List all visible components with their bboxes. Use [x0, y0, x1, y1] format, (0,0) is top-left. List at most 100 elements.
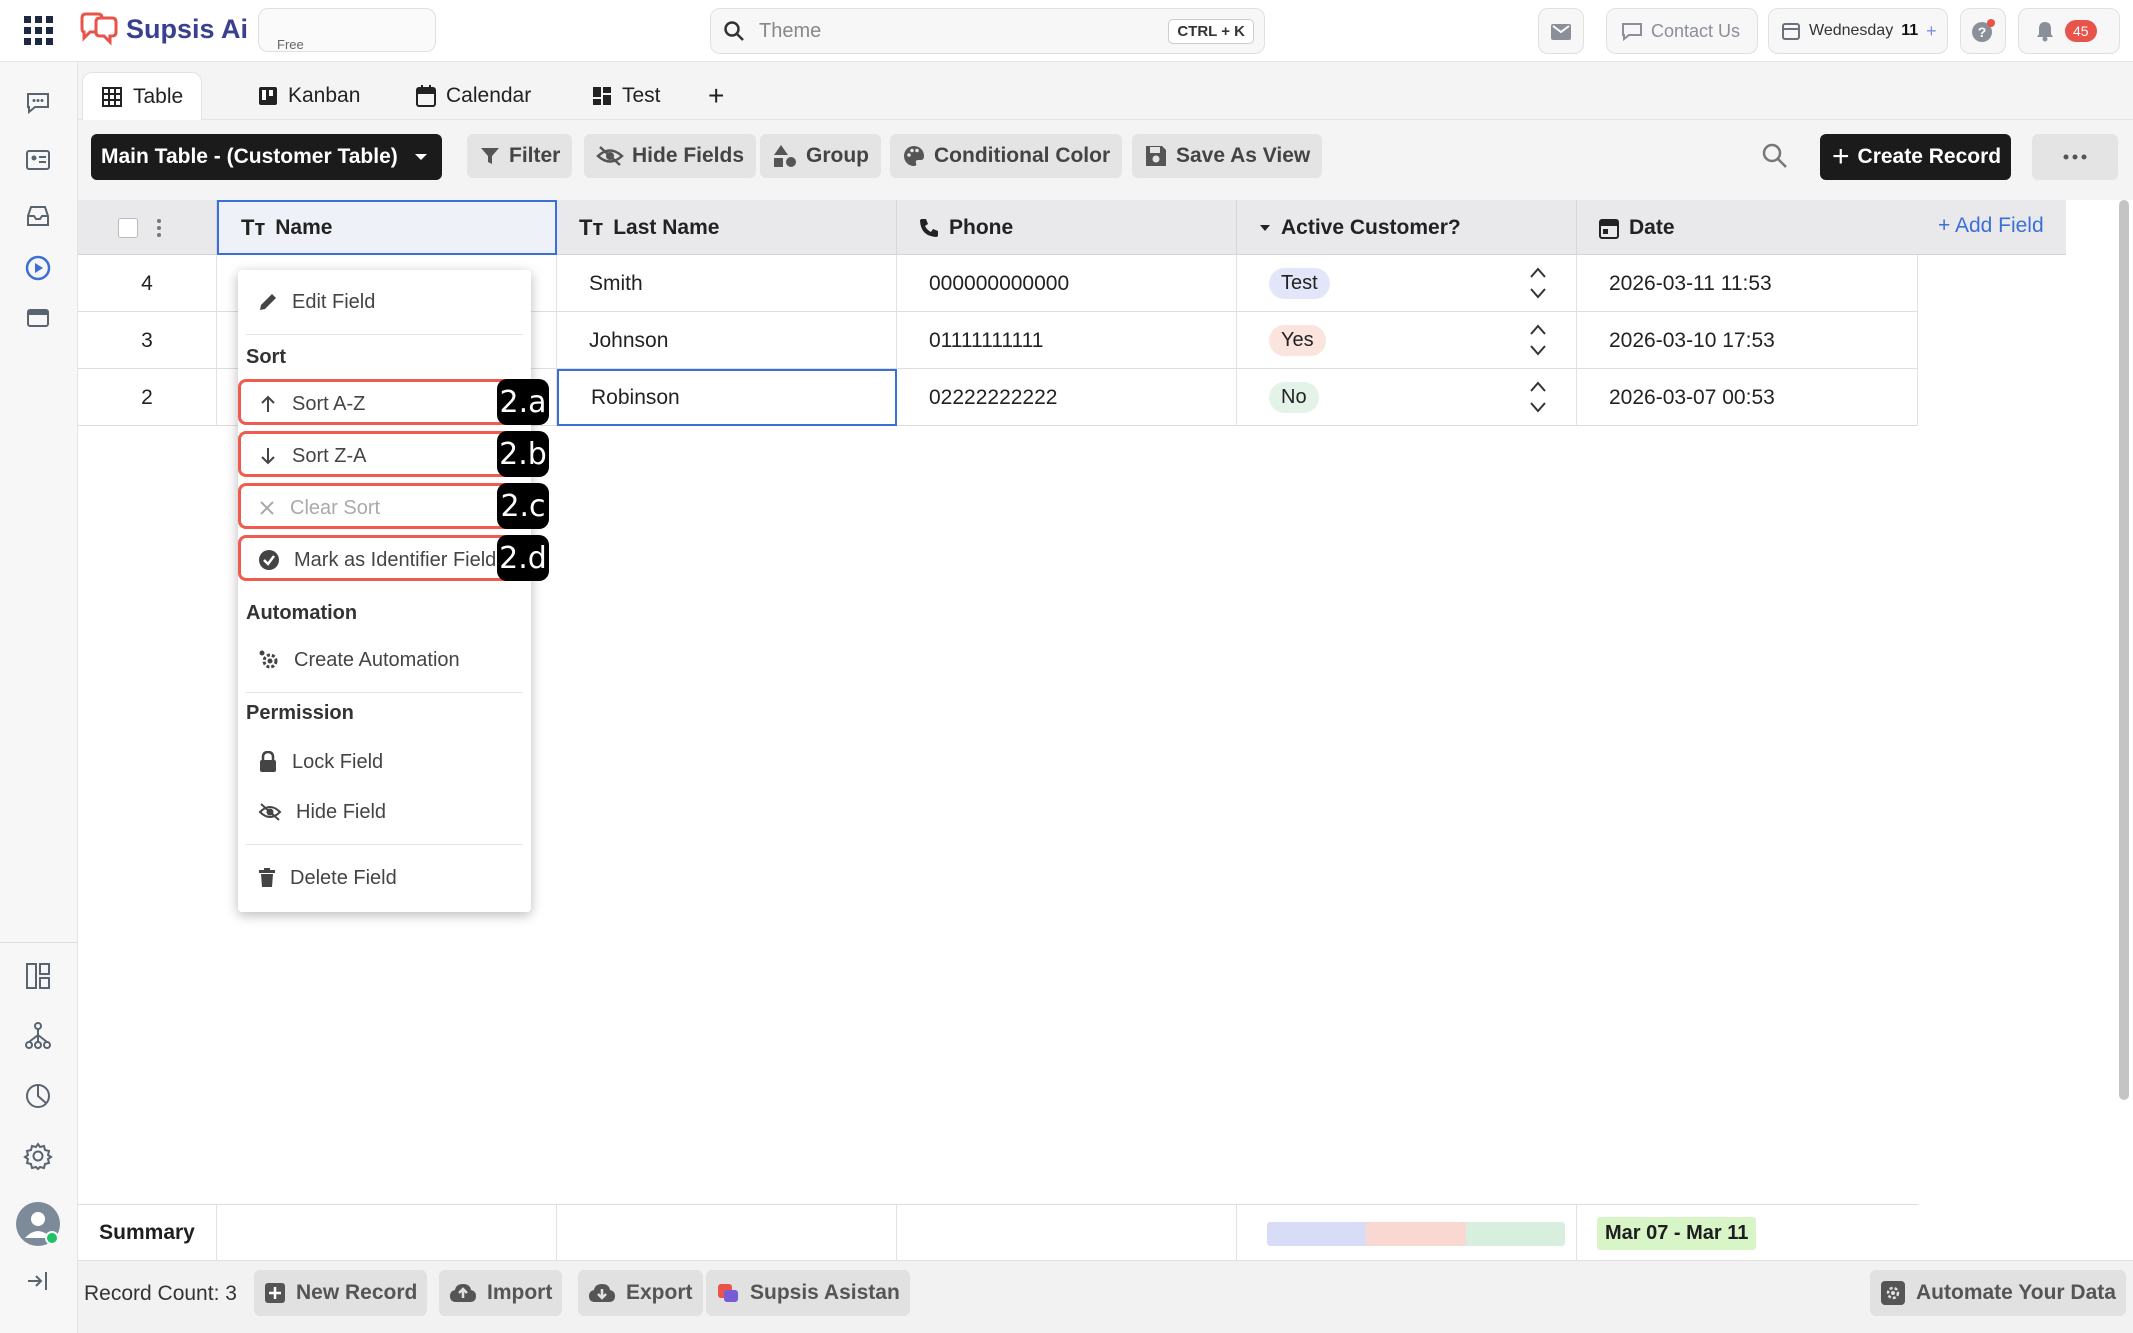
group-button[interactable]: Group — [760, 134, 881, 178]
column-header-phone[interactable]: Phone — [897, 200, 1237, 255]
search-icon — [723, 20, 745, 42]
export-button[interactable]: Export — [578, 1270, 703, 1316]
chat-icon[interactable] — [22, 86, 54, 118]
user-avatar[interactable] — [16, 1202, 60, 1246]
sort-arrows-icon[interactable] — [1528, 265, 1548, 301]
summary-cell[interactable] — [897, 1205, 1237, 1261]
table-selector-dropdown[interactable]: Main Table - (Customer Table) — [91, 134, 442, 180]
menu-divider — [246, 844, 523, 845]
plus-icon[interactable]: + — [1926, 21, 1937, 42]
hide-fields-button[interactable]: Hide Fields — [584, 134, 757, 178]
annotation-tag: 2.b — [497, 431, 549, 477]
assistant-label: Supsis Asistan — [750, 1281, 900, 1304]
notifications-button[interactable]: 45 — [2018, 8, 2120, 54]
save-as-view-button[interactable]: Save As View — [1132, 134, 1323, 178]
cloud-download-icon — [588, 1282, 616, 1304]
date-cell[interactable]: 2026-03-11 11:53 — [1577, 255, 1918, 312]
row-id: 4 — [78, 255, 217, 312]
layout-panels-icon[interactable] — [22, 960, 54, 992]
date-weekday: Wednesday — [1809, 22, 1894, 39]
tab-test[interactable]: Test — [574, 72, 679, 120]
contact-card-icon[interactable] — [22, 144, 54, 176]
column-header-date[interactable]: Date — [1577, 200, 1917, 255]
import-button[interactable]: Import — [439, 1270, 563, 1316]
create-record-button[interactable]: + Create Record — [1820, 134, 2012, 180]
status-segment-no — [1465, 1222, 1565, 1246]
column-header-name[interactable]: Tт Name — [217, 200, 557, 255]
summary-cell[interactable]: Mar 07 - Mar 11 — [1577, 1205, 1918, 1261]
status-badge: Test — [1269, 268, 1330, 299]
collapse-sidebar-icon[interactable] — [22, 1265, 54, 1297]
annotation-tag: 2.c — [497, 483, 549, 529]
contact-us-button[interactable]: Contact Us — [1606, 8, 1758, 54]
summary-cell[interactable] — [1237, 1205, 1577, 1261]
help-button[interactable]: ? — [1960, 8, 2006, 54]
summary-cell[interactable] — [217, 1205, 557, 1261]
tab-table[interactable]: Table — [82, 72, 203, 120]
tab-calendar[interactable]: Calendar — [398, 72, 549, 120]
search-shortcut-badge: CTRL + K — [1168, 18, 1254, 44]
last-name-cell[interactable]: Smith — [557, 255, 897, 312]
last-name-cell[interactable]: Johnson — [557, 312, 897, 369]
phone-icon — [919, 218, 939, 238]
brand-logo[interactable]: Supsis Ai — [78, 12, 248, 46]
export-label: Export — [626, 1281, 693, 1304]
menu-item-hide-field[interactable]: Hide Field — [238, 790, 531, 834]
header-row: Tт Name Tт Last Name Phone Active Custom… — [78, 200, 2066, 255]
sort-arrows-icon[interactable] — [1528, 379, 1548, 415]
menu-item-edit-field[interactable]: Edit Field — [238, 280, 531, 324]
sort-arrows-icon[interactable] — [1528, 322, 1548, 358]
active-customer-cell[interactable]: No — [1237, 369, 1577, 426]
filter-button[interactable]: Filter — [467, 134, 573, 178]
apps-grid-icon[interactable] — [24, 16, 54, 46]
menu-item-lock-field[interactable]: Lock Field — [238, 740, 531, 784]
plus-icon: + — [1832, 140, 1850, 173]
tab-label: Calendar — [446, 84, 532, 107]
inbox-tray-icon[interactable] — [22, 200, 54, 232]
add-field-button[interactable]: + Add Field — [1938, 214, 2044, 238]
trash-icon — [258, 868, 276, 888]
footer-bar: Record Count: 3 New Record Import Export… — [78, 1260, 2133, 1333]
calendar-icon — [416, 85, 436, 107]
date-widget[interactable]: Wednesday 11 + — [1768, 8, 1948, 54]
menu-item-delete-field[interactable]: Delete Field — [238, 856, 531, 900]
search-bar[interactable]: Theme CTRL + K — [710, 8, 1265, 54]
plan-selector[interactable]: Free — [258, 8, 436, 52]
new-record-button[interactable]: New Record — [254, 1270, 428, 1316]
inbox-button[interactable] — [1538, 8, 1584, 54]
column-header-active-customer[interactable]: Active Customer? — [1237, 200, 1577, 255]
logo-icon — [80, 12, 118, 46]
play-circle-icon[interactable] — [22, 252, 54, 284]
add-tab-button[interactable]: + — [690, 72, 742, 120]
table-view-icon[interactable] — [22, 302, 54, 334]
assistant-button[interactable]: Supsis Asistan — [706, 1270, 910, 1316]
active-customer-cell[interactable]: Yes — [1237, 312, 1577, 369]
highlight-sort-az — [238, 379, 532, 425]
last-name-cell-selected[interactable]: Robinson — [557, 369, 897, 426]
active-customer-cell[interactable]: Test — [1237, 255, 1577, 312]
select-all-checkbox[interactable] — [118, 217, 138, 238]
conditional-color-button[interactable]: Conditional Color — [890, 134, 1123, 178]
date-cell[interactable]: 2026-03-10 17:53 — [1577, 312, 1918, 369]
calendar-icon — [1599, 217, 1619, 239]
chat-bubble-icon — [1621, 21, 1643, 41]
summary-cell[interactable] — [557, 1205, 897, 1261]
kebab-menu-icon[interactable] — [156, 218, 162, 238]
date-cell[interactable]: 2026-03-07 00:53 — [1577, 369, 1918, 426]
pie-chart-icon[interactable] — [22, 1080, 54, 1112]
tab-kanban[interactable]: Kanban — [240, 72, 378, 120]
dashboard-icon — [592, 86, 612, 106]
menu-item-create-automation[interactable]: Create Automation — [238, 638, 531, 682]
phone-cell[interactable]: 02222222222 — [897, 369, 1237, 426]
hierarchy-icon[interactable] — [22, 1020, 54, 1052]
automate-data-button[interactable]: Automate Your Data — [1870, 1270, 2126, 1316]
column-header-last-name[interactable]: Tт Last Name — [557, 200, 897, 255]
menu-item-label: Create Automation — [294, 648, 460, 671]
caret-down-icon — [414, 152, 428, 162]
phone-cell[interactable]: 01111111111 — [897, 312, 1237, 369]
phone-cell[interactable]: 000000000000 — [897, 255, 1237, 312]
more-options-button[interactable] — [2032, 134, 2118, 180]
settings-gear-icon[interactable] — [22, 1140, 54, 1172]
search-records-icon[interactable] — [1761, 142, 1789, 170]
vertical-scrollbar[interactable] — [2119, 200, 2129, 1100]
